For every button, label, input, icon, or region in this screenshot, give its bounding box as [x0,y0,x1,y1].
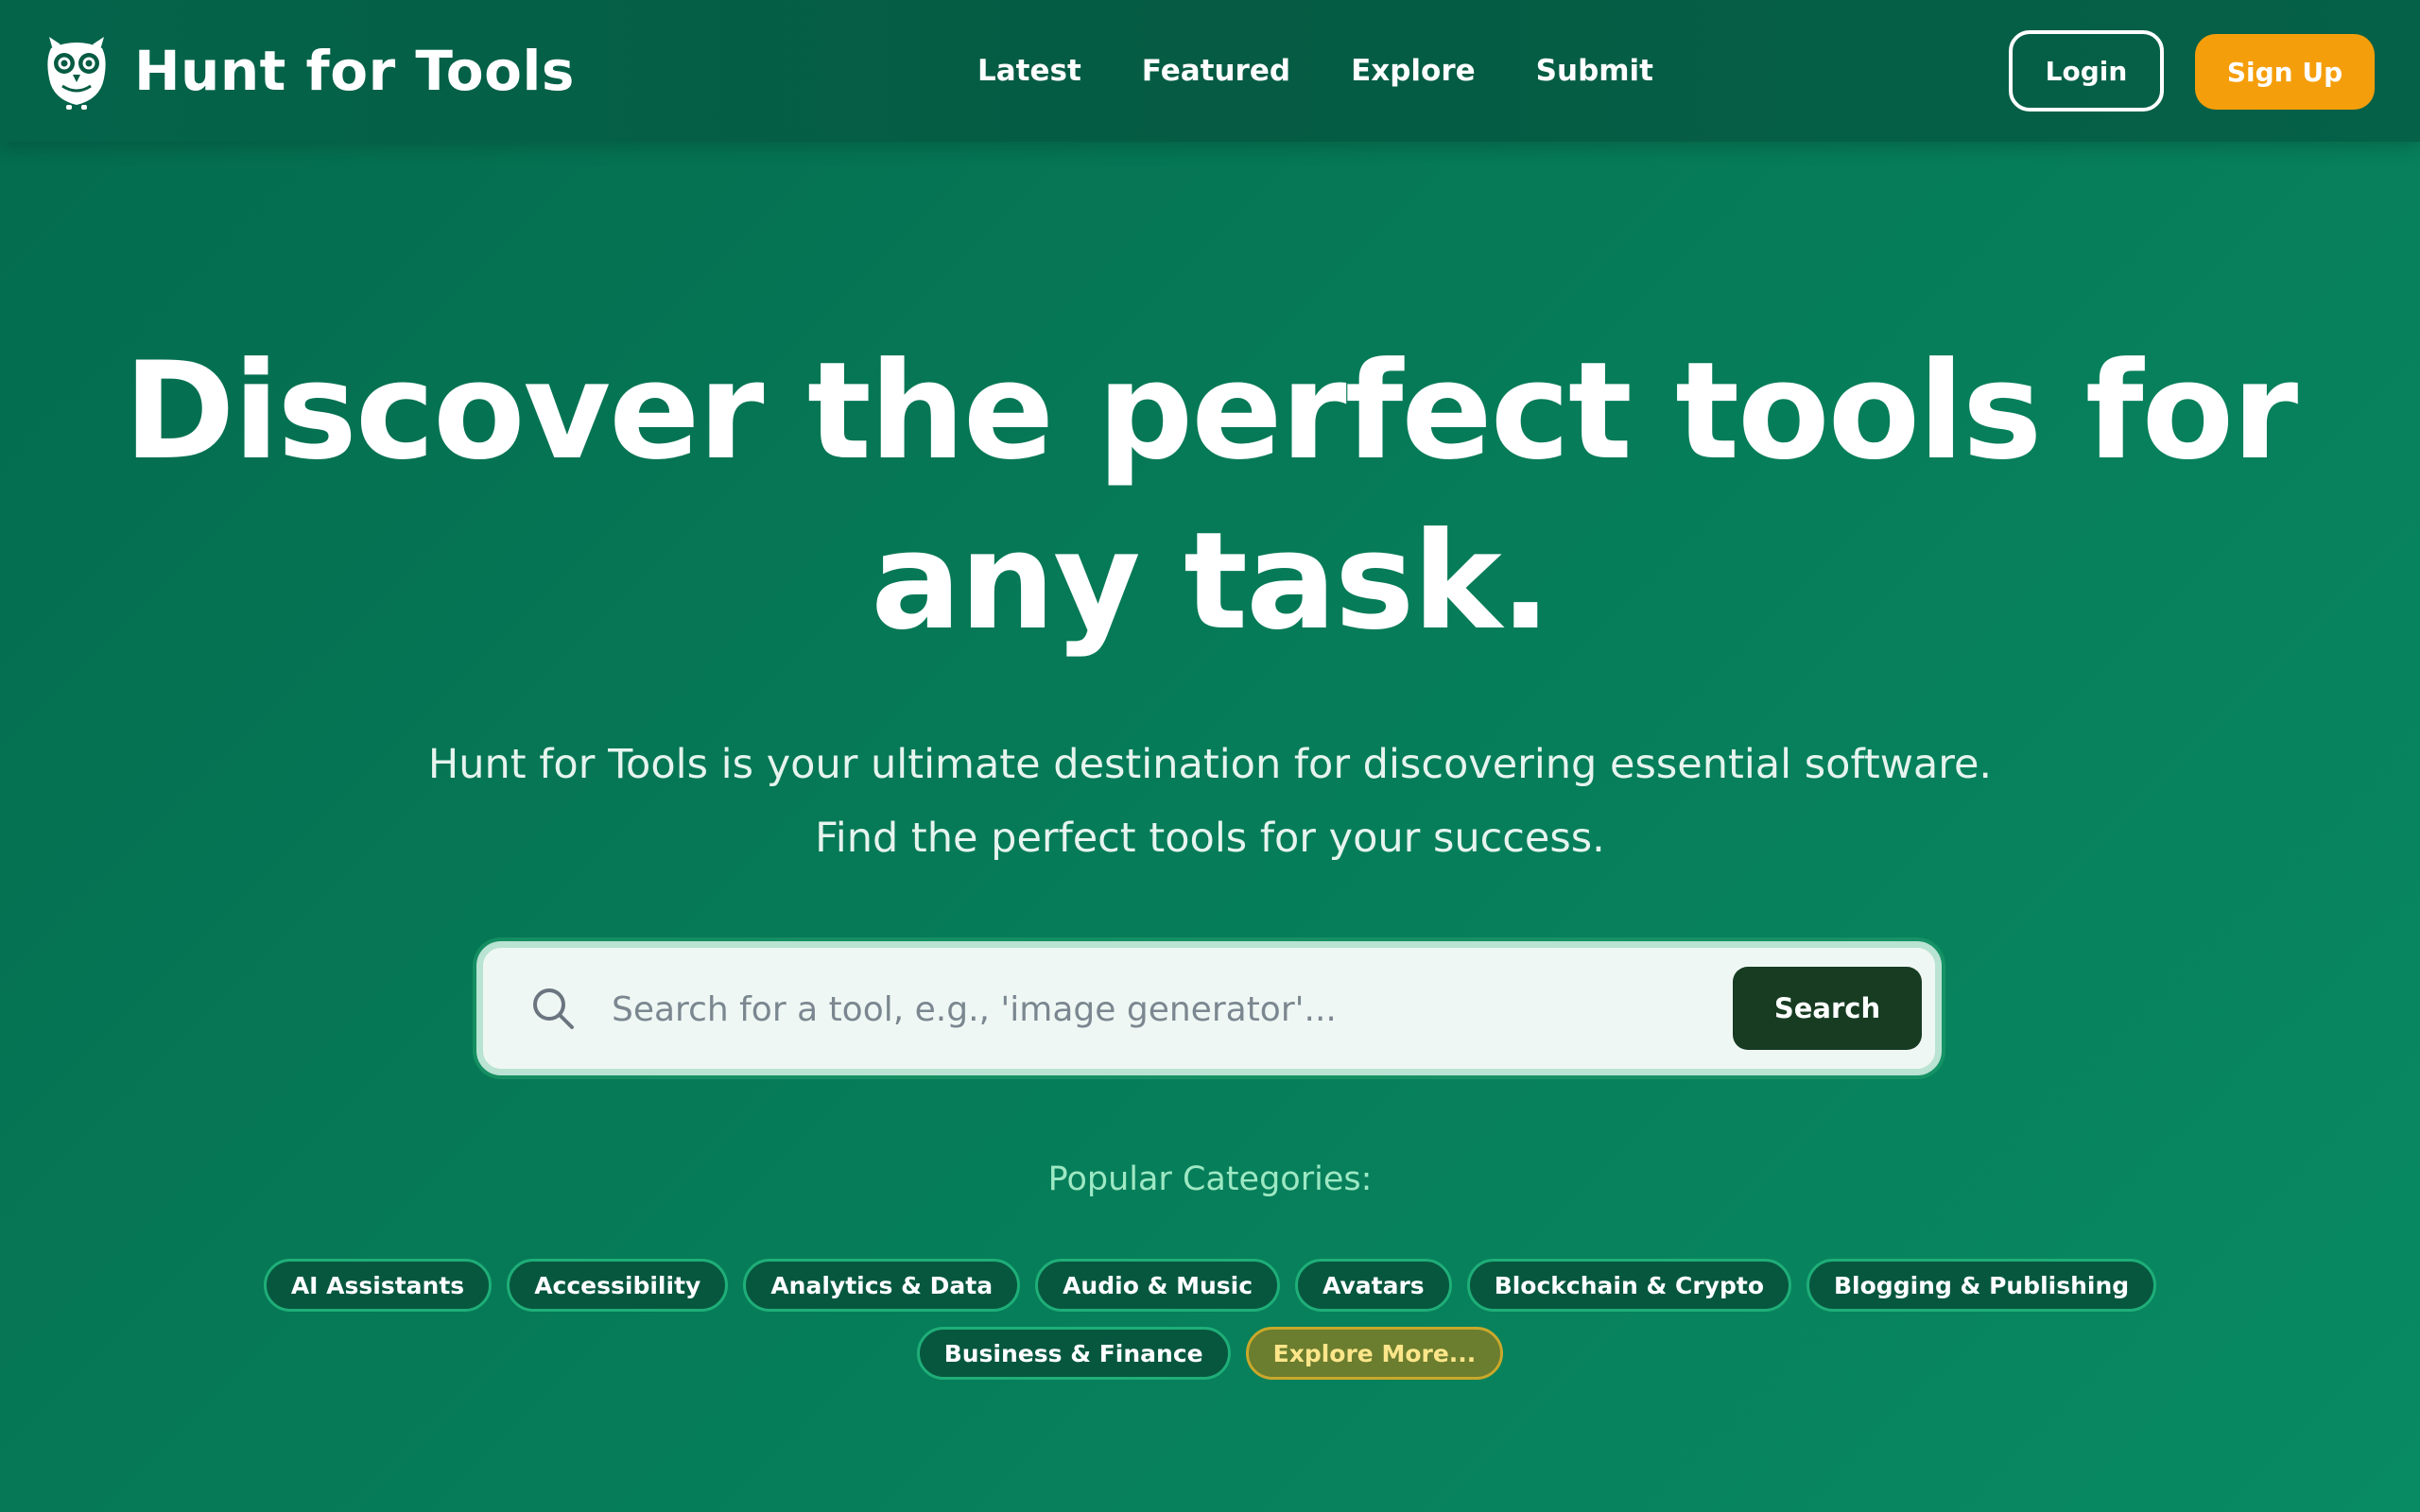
hero-subtitle-line-1: Hunt for Tools is your ultimate destinat… [427,741,1993,788]
category-chip-row-1: AI Assistants Accessibility Analytics & … [0,1259,2420,1312]
hero-subtitle: Hunt for Tools is your ultimate destinat… [170,728,2250,875]
category-chip-business-finance[interactable]: Business & Finance [916,1327,1231,1380]
nav-link-featured[interactable]: Featured [1142,54,1290,88]
category-chip-accessibility[interactable]: Accessibility [507,1259,729,1312]
search-button[interactable]: Search [1733,967,1922,1050]
category-chip-row-2: Business & Finance Explore More... [0,1327,2420,1380]
search-input[interactable] [610,969,1701,1050]
category-chip-ai-assistants[interactable]: AI Assistants [263,1259,493,1312]
category-chip-blockchain-crypto[interactable]: Blockchain & Crypto [1466,1259,1791,1312]
nav-link-explore[interactable]: Explore [1351,54,1476,88]
search-bar: Search [476,941,1942,1075]
top-navbar: Hunt for Tools Latest Featured Explore S… [0,0,2420,142]
popular-categories-heading: Popular Categories: [1047,1160,1373,1198]
signup-button[interactable]: Sign Up [2195,34,2375,110]
hero-subtitle-line-2: Find the perfect tools for your success. [815,815,1605,862]
category-chip-audio-music[interactable]: Audio & Music [1035,1259,1281,1312]
brand-name: Hunt for Tools [134,39,575,103]
owl-icon [47,37,106,110]
search-icon [533,988,574,1029]
brand-home-link[interactable]: Hunt for Tools [43,30,575,112]
login-button[interactable]: Login [2009,30,2164,112]
category-chip-blogging-publishing[interactable]: Blogging & Publishing [1806,1259,2157,1312]
hero-title: Discover the perfect tools for any task. [123,334,2298,660]
nav-link-submit[interactable]: Submit [1536,54,1653,88]
category-chip-avatars[interactable]: Avatars [1295,1259,1452,1312]
explore-more-chip[interactable]: Explore More... [1245,1327,1504,1380]
nav-link-latest[interactable]: Latest [977,54,1081,88]
category-chip-analytics-data[interactable]: Analytics & Data [743,1259,1021,1312]
main-nav: Latest Featured Explore Submit [977,45,1653,96]
